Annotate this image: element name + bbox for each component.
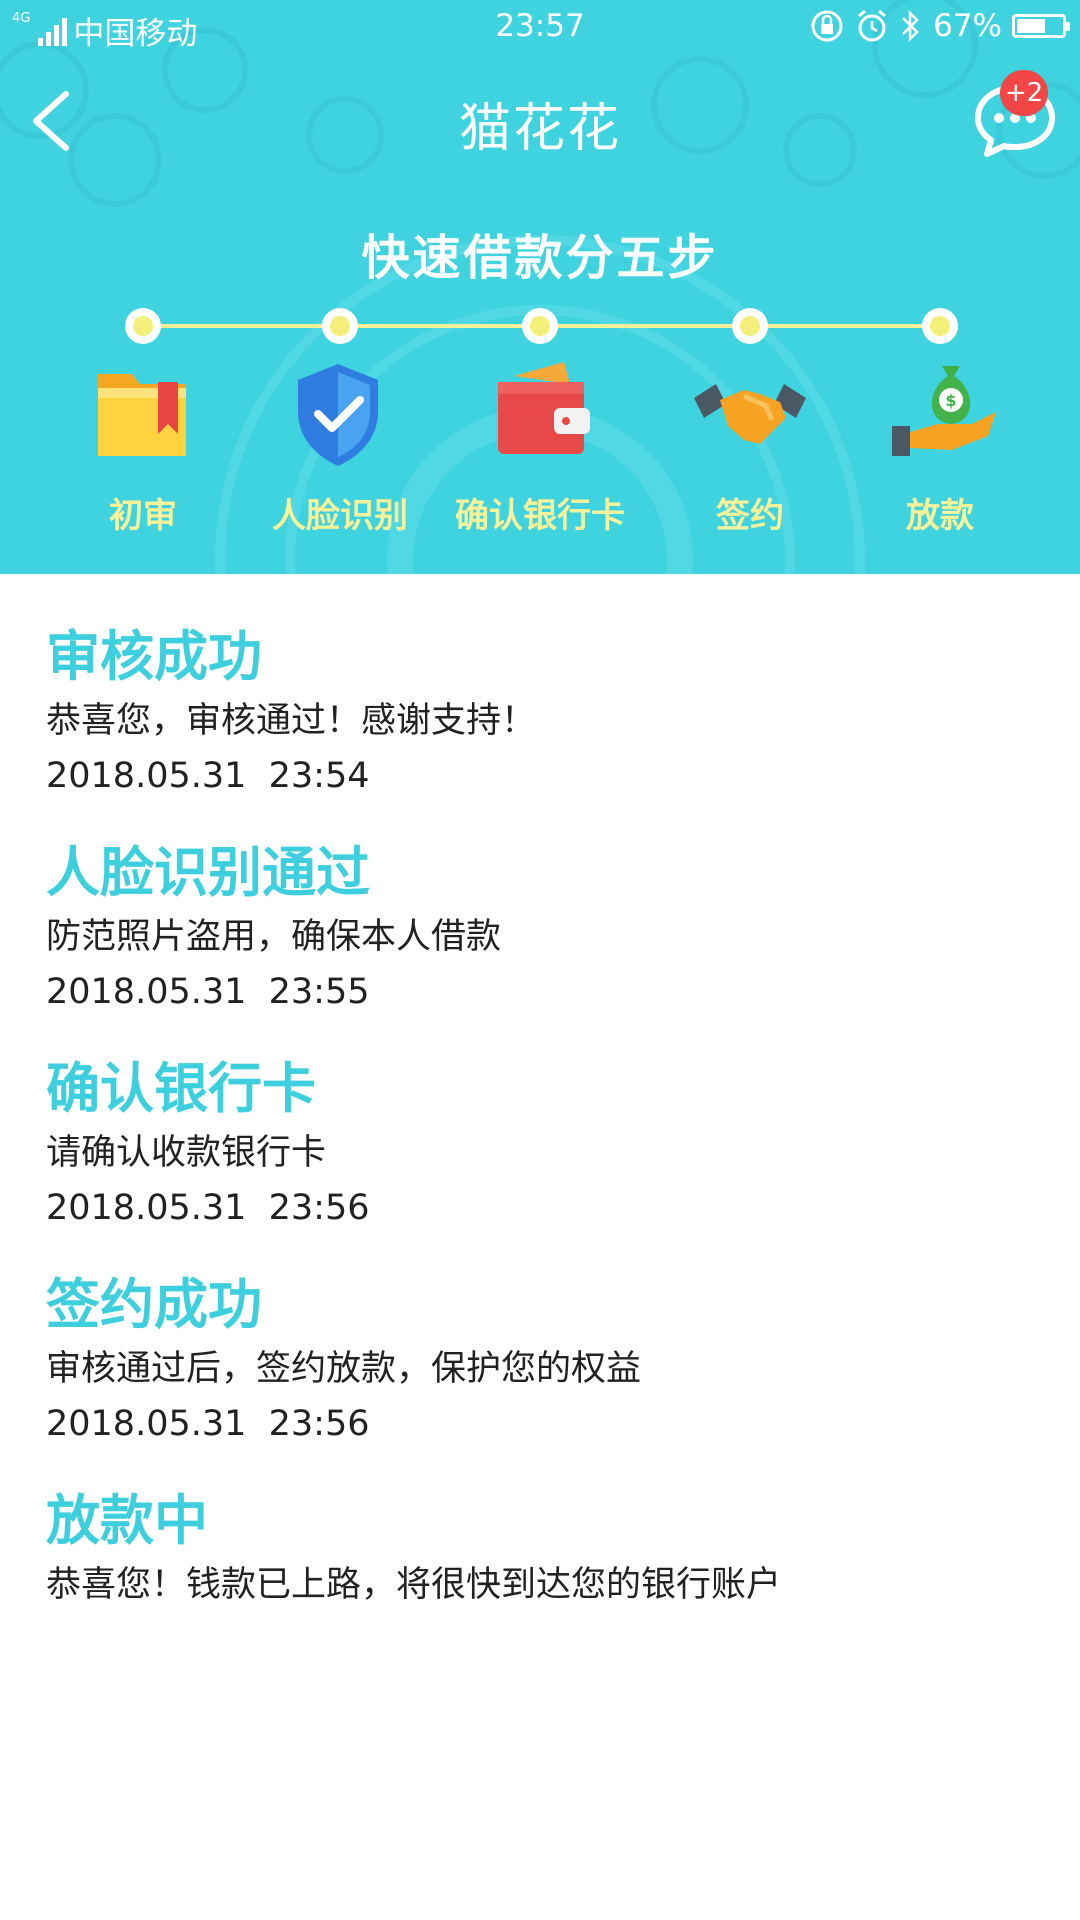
battery-level	[1017, 19, 1046, 33]
timeline-desc: 防范照片盗用，确保本人借款	[46, 917, 502, 957]
step-dot-5	[922, 308, 958, 344]
handshake-icon	[694, 384, 806, 444]
timeline-item: 签约成功 审核通过后，签约放款，保护您的权益 2018.05.31 23:56	[46, 1270, 1036, 1452]
step-label-3: 确认银行卡	[455, 496, 625, 536]
timeline-item: 放款中 恭喜您！钱款已上路，将很快到达您的银行账户	[46, 1486, 1036, 1612]
step-label-1: 初审	[109, 496, 177, 536]
step-label-4: 签约	[716, 496, 784, 536]
step-dot-4	[732, 308, 768, 344]
wallet-icon	[498, 362, 590, 454]
message-count-badge: +2	[1000, 70, 1048, 116]
progress-timeline: 审核成功 恭喜您，审核通过！感谢支持！ 2018.05.31 23:54 人脸识…	[46, 622, 1036, 1646]
timeline-time: 2018.05.31 23:56	[46, 1188, 370, 1228]
step-dot-3	[522, 308, 558, 344]
money-bag-icon: $	[892, 366, 996, 456]
timeline-title: 签约成功	[46, 1273, 262, 1336]
folder-icon	[98, 374, 186, 456]
timeline-title: 人脸识别通过	[46, 841, 370, 904]
steps-heading: 快速借款分五步	[361, 230, 719, 286]
timeline-time: 2018.05.31 23:55	[46, 972, 370, 1012]
timeline-time: 2018.05.31 23:56	[46, 1404, 370, 1444]
timeline-item: 审核成功 恭喜您，审核通过！感谢支持！ 2018.05.31 23:54	[46, 622, 1036, 804]
timeline-item: 确认银行卡 请确认收款银行卡 2018.05.31 23:56	[46, 1054, 1036, 1236]
timeline-time: 2018.05.31 23:54	[46, 756, 370, 796]
status-right: 67%	[809, 8, 1070, 44]
status-bar: 4G 中国移动 23:57 67%	[0, 0, 1080, 56]
hero-banner: 4G 中国移动 23:57 67% 猫花花 +2 快速借款分五步 $ 初审 人脸…	[0, 0, 1080, 574]
svg-text:$: $	[945, 391, 956, 410]
page-title: 猫花花	[458, 99, 621, 159]
timeline-item: 人脸识别通过 防范照片盗用，确保本人借款 2018.05.31 23:55	[46, 838, 1036, 1020]
timeline-desc: 恭喜您，审核通过！感谢支持！	[46, 701, 537, 741]
shield-check-icon	[298, 364, 378, 466]
battery-percent: 67%	[933, 8, 1002, 44]
timeline-desc: 请确认收款银行卡	[46, 1133, 327, 1173]
timeline-desc: 审核通过后，签约放款，保护您的权益	[46, 1349, 642, 1389]
rotation-lock-icon	[811, 10, 843, 42]
battery-icon	[1012, 14, 1070, 38]
step-label-2: 人脸识别	[272, 496, 408, 536]
step-label-5: 放款	[906, 496, 974, 536]
timeline-title: 审核成功	[46, 625, 262, 688]
step-dot-2	[322, 308, 358, 344]
timeline-desc: 恭喜您！钱款已上路，将很快到达您的银行账户	[46, 1565, 782, 1605]
step-dot-1	[125, 308, 161, 344]
timeline-title: 放款中	[46, 1489, 208, 1552]
bluetooth-icon	[902, 9, 919, 43]
timeline-title: 确认银行卡	[46, 1057, 316, 1120]
alarm-icon	[858, 9, 887, 42]
